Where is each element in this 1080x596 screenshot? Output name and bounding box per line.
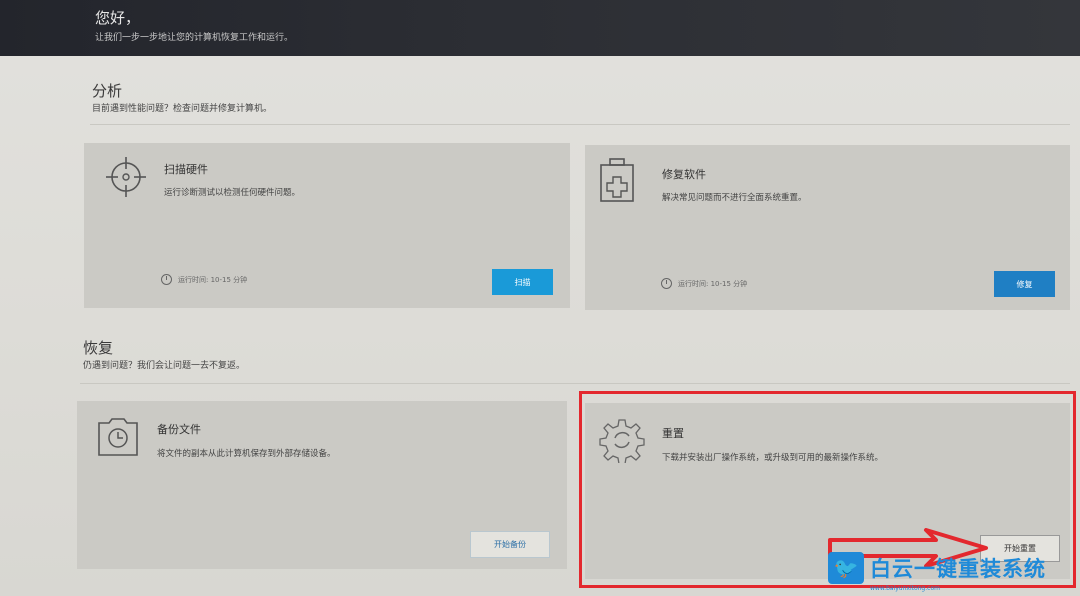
backup-files-desc: 将文件的副本从此计算机保存到外部存储设备。 [157,449,336,459]
analysis-divider [90,124,1070,125]
recovery-divider [80,383,1070,384]
backup-files-card: 备份文件 将文件的副本从此计算机保存到外部存储设备。 开始备份 [77,401,567,569]
scan-button[interactable]: 扫描 [492,269,553,295]
repair-button[interactable]: 修复 [994,271,1055,297]
watermark-text: 白云一键重装系统 [870,557,1046,581]
backup-files-title: 备份文件 [157,423,201,436]
header-bar: 您好， 让我们一步一步地让您的计算机恢复工作和运行。 [0,0,1080,56]
repair-software-runtime-text: 运行时间: 10-15 分钟 [678,279,748,288]
scan-hardware-runtime: 运行时间: 10-15 分钟 [161,274,247,285]
repair-software-title: 修复软件 [662,168,706,181]
first-aid-kit-icon [599,157,635,207]
watermark-url: www.baiyunxitong.com [870,585,940,592]
scan-hardware-title: 扫描硬件 [164,163,208,176]
watermark: 🐦 白云一键重装系统 [828,551,1068,585]
greeting-title: 您好， [95,9,141,27]
clock-icon [161,274,172,285]
recovery-title: 恢复 [83,339,114,357]
greeting-subtitle: 让我们一步一步地让您的计算机恢复工作和运行。 [95,33,294,43]
clock-icon [661,278,672,289]
start-backup-button[interactable]: 开始备份 [470,531,550,558]
bird-logo-icon: 🐦 [828,552,864,584]
recovery-subtitle: 仍遇到问题？我们会让问题一去不复返。 [83,361,246,371]
repair-software-card: 修复软件 解决常见问题而不进行全面系统重置。 运行时间: 10-15 分钟 修复 [585,145,1070,310]
scan-hardware-card: 扫描硬件 运行诊断测试以检测任何硬件问题。 运行时间: 10-15 分钟 扫描 [84,143,570,308]
crosshair-icon [104,155,148,203]
repair-software-runtime: 运行时间: 10-15 分钟 [661,278,747,289]
backup-clock-icon [95,413,141,463]
analysis-title: 分析 [92,82,123,100]
repair-software-desc: 解决常见问题而不进行全面系统重置。 [662,193,807,203]
analysis-subtitle: 目前遇到性能问题？检查问题并修复计算机。 [92,104,273,114]
scan-hardware-runtime-text: 运行时间: 10-15 分钟 [178,275,248,284]
scan-hardware-desc: 运行诊断测试以检测任何硬件问题。 [164,188,301,198]
